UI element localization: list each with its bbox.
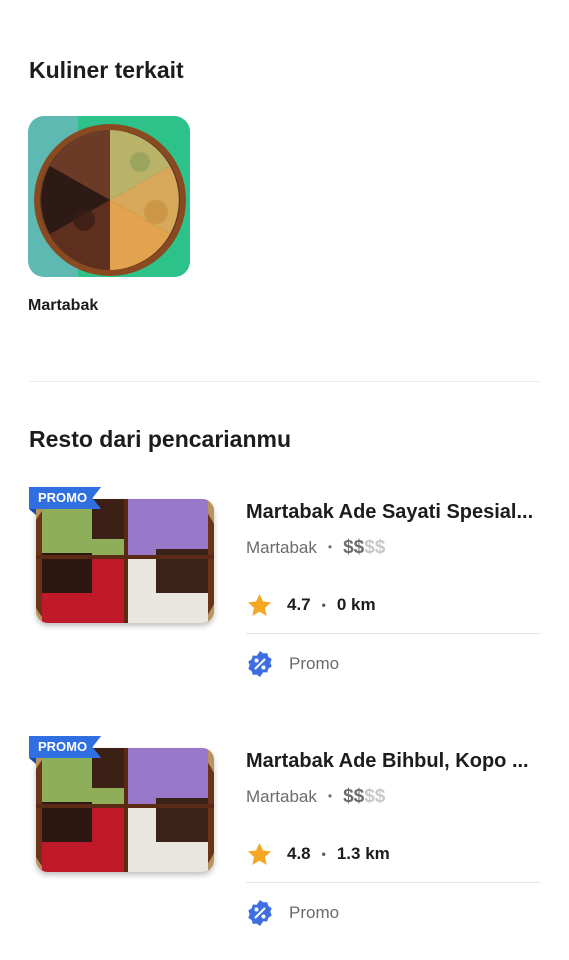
resto-section-title: Resto dari pencarianmu <box>29 426 292 452</box>
resto-image <box>36 748 214 872</box>
resto-rating-row: 4.8 • 1.3 km <box>246 840 390 868</box>
price-level-inactive: $$ <box>364 786 386 807</box>
price-level-active: $$ <box>343 537 365 558</box>
separator-dot: • <box>321 598 326 612</box>
rating-value: 4.8 <box>287 844 311 863</box>
distance-value: 0 km <box>336 595 376 614</box>
resto-card[interactable]: PROMO Martabak Ade Bihbul, Kopo ... Mart… <box>0 736 569 946</box>
resto-card[interactable]: PROMO Martabak Ade Sayati Spesial... Mar… <box>0 487 569 697</box>
promo-label: Promo <box>289 654 340 673</box>
resto-meta: Martabak • $$$$ <box>246 537 385 559</box>
promo-percent-icon <box>248 651 272 677</box>
promo-percent-icon <box>248 900 272 926</box>
resto-category: Martabak <box>246 787 317 806</box>
separator-dot: • <box>327 540 333 554</box>
price-level-active: $$ <box>343 786 365 807</box>
cuisine-label: Martabak <box>28 297 99 314</box>
promo-badge: PROMO <box>29 736 102 758</box>
resto-rating-row: 4.7 • 0 km <box>246 591 376 619</box>
resto-divider <box>246 633 541 634</box>
resto-promo-row[interactable]: Promo <box>246 650 339 678</box>
resto-name[interactable]: Martabak Ade Bihbul, Kopo ... <box>246 750 542 773</box>
rating-value: 4.7 <box>287 595 311 614</box>
promo-label: Promo <box>289 903 340 922</box>
resto-promo-row[interactable]: Promo <box>246 899 339 927</box>
cuisine-image-martabak <box>28 116 190 277</box>
separator-dot: • <box>321 847 326 861</box>
distance-value: 1.3 km <box>336 844 390 863</box>
resto-divider <box>246 882 541 883</box>
separator-dot: • <box>327 789 333 803</box>
resto-category: Martabak <box>246 538 317 557</box>
section-divider <box>29 381 541 382</box>
star-icon <box>248 593 271 616</box>
kuliner-section-title: Kuliner terkait <box>29 57 184 83</box>
cuisine-card-martabak[interactable]: Martabak <box>28 116 190 315</box>
resto-image <box>36 499 214 623</box>
resto-meta: Martabak • $$$$ <box>246 786 385 808</box>
promo-badge: PROMO <box>29 487 102 509</box>
star-icon <box>248 842 271 865</box>
resto-name[interactable]: Martabak Ade Sayati Spesial... <box>246 501 542 524</box>
price-level-inactive: $$ <box>364 537 386 558</box>
